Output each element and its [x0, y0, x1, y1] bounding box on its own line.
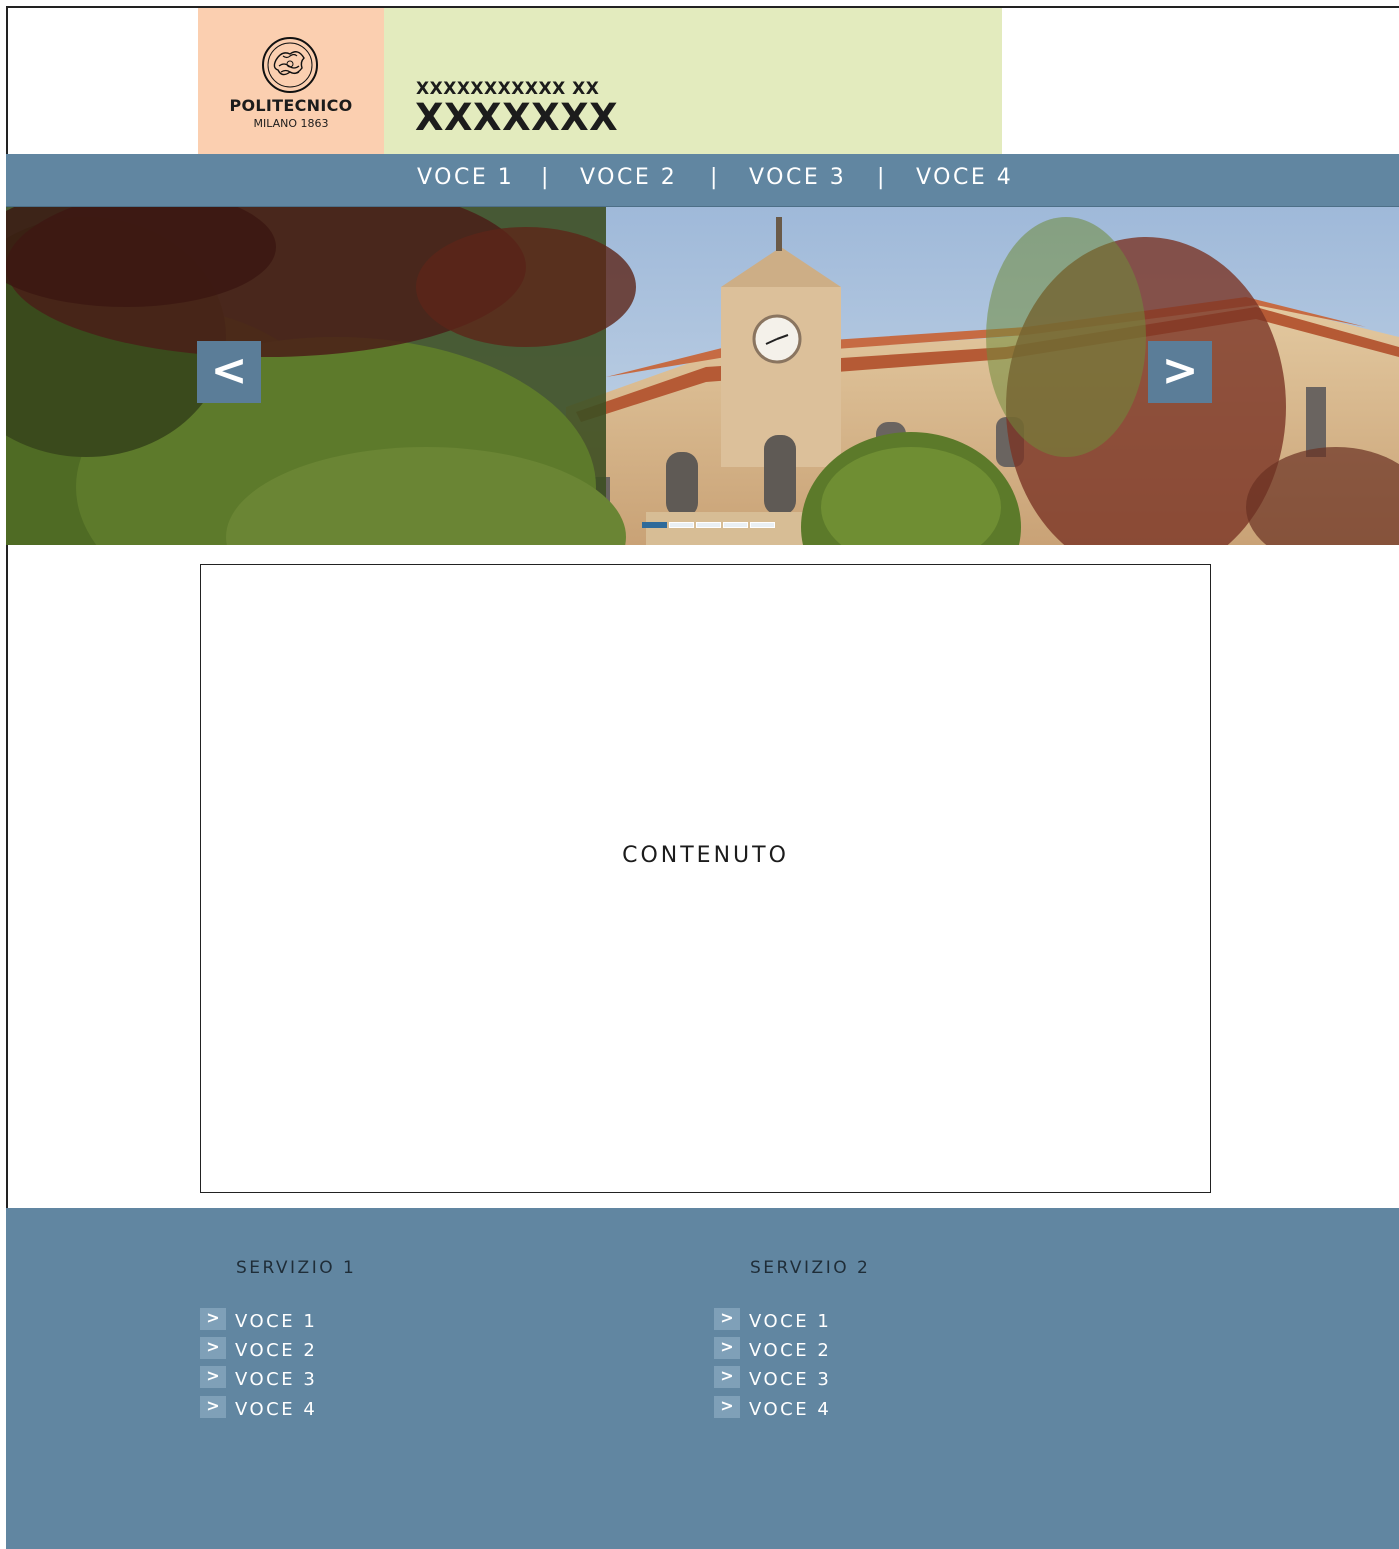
service-link-label: VOCE 1 — [749, 1311, 832, 1332]
logo-subtitle: MILANO 1863 — [253, 117, 329, 130]
slider-dot[interactable] — [642, 522, 667, 528]
slider-dot[interactable] — [696, 522, 721, 528]
nav-item-voce-1[interactable]: VOCE 1 — [417, 165, 514, 190]
slider-dot[interactable] — [723, 522, 748, 528]
slider-next-button[interactable]: > — [1148, 341, 1212, 403]
logo-name: POLITECNICO — [229, 96, 353, 115]
slider-prev-button[interactable]: < — [197, 341, 261, 403]
nav-separator: | — [541, 165, 549, 190]
chevron-right-icon: > — [714, 1308, 740, 1330]
chevron-right-icon: > — [714, 1337, 740, 1359]
chevron-right-icon: > — [200, 1366, 226, 1388]
content-placeholder: CONTENUTO — [622, 843, 789, 868]
site-title: XXXXXXX — [415, 96, 619, 139]
main-nav: VOCE 1 | VOCE 2 | VOCE 3 | VOCE 4 — [6, 154, 1399, 207]
chevron-right-icon: > — [714, 1366, 740, 1388]
nav-item-voce-4[interactable]: VOCE 4 — [916, 165, 1013, 190]
nav-separator: | — [877, 165, 885, 190]
main-content-area: CONTENUTO — [200, 564, 1211, 1193]
slider-dot[interactable] — [669, 522, 694, 528]
service-link-label: VOCE 3 — [235, 1369, 318, 1390]
footer: SERVIZIO 1 > VOCE 1 > VOCE 2 > VOCE 3 > … — [6, 1208, 1399, 1549]
service-1-title: SERVIZIO 1 — [236, 1258, 357, 1278]
service-link-label: VOCE 4 — [235, 1399, 318, 1420]
chevron-right-icon: > — [200, 1337, 226, 1359]
slider-dot[interactable] — [750, 522, 775, 528]
service-2-title: SERVIZIO 2 — [750, 1258, 871, 1278]
nav-item-voce-3[interactable]: VOCE 3 — [749, 165, 846, 190]
chevron-right-icon: > — [200, 1396, 226, 1418]
service-link-label: VOCE 4 — [749, 1399, 832, 1420]
service-link-label: VOCE 2 — [749, 1340, 832, 1361]
nav-item-voce-2[interactable]: VOCE 2 — [580, 165, 677, 190]
service-link-label: VOCE 3 — [749, 1369, 832, 1390]
logo[interactable]: POLITECNICO MILANO 1863 — [198, 8, 384, 154]
chevron-right-icon: > — [714, 1396, 740, 1418]
nav-separator: | — [710, 165, 718, 190]
site-title-area: XXXXXXXXXXX XX XXXXXXX — [384, 8, 1002, 154]
hero-slider: < > — [6, 207, 1399, 545]
service-link-label: VOCE 1 — [235, 1311, 318, 1332]
chevron-right-icon: > — [200, 1308, 226, 1330]
service-link-label: VOCE 2 — [235, 1340, 318, 1361]
university-seal-icon — [262, 37, 318, 93]
